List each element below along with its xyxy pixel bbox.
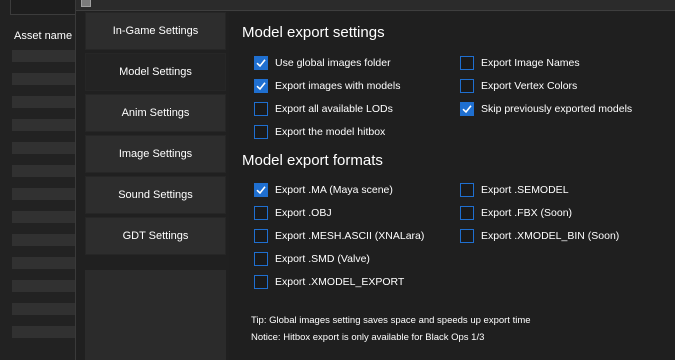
sidebar-item-anim-settings[interactable]: Anim Settings bbox=[85, 94, 226, 132]
checkbox-box[interactable] bbox=[254, 79, 268, 93]
asset-list-row[interactable] bbox=[12, 96, 76, 108]
asset-list-row[interactable] bbox=[12, 142, 76, 154]
checkbox-box[interactable] bbox=[254, 102, 268, 116]
sidebar-item-gdt-settings[interactable]: GDT Settings bbox=[85, 217, 226, 255]
checkbox-label: Export Vertex Colors bbox=[481, 80, 578, 92]
asset-list-row[interactable] bbox=[12, 326, 76, 338]
checkbox-box[interactable] bbox=[460, 79, 474, 93]
checkbox-label: Export .OBJ bbox=[275, 207, 332, 219]
model-settings-panel: Model export settings Use global images … bbox=[229, 12, 675, 360]
checkbox-label: Export .XMODEL_BIN (Soon) bbox=[481, 230, 620, 242]
skip-previously-exported-checkbox[interactable]: Skip previously exported models bbox=[460, 100, 632, 118]
asset-list-row[interactable] bbox=[12, 188, 76, 200]
asset-list-row[interactable] bbox=[12, 303, 76, 315]
checkbox-box[interactable] bbox=[460, 206, 474, 220]
export-semodel-checkbox[interactable]: Export .SEMODEL bbox=[460, 181, 569, 199]
checkbox-label: Export .FBX (Soon) bbox=[481, 207, 573, 219]
asset-list-row[interactable] bbox=[12, 234, 76, 246]
checkbox-box[interactable] bbox=[460, 229, 474, 243]
export-ma-checkbox[interactable]: Export .MA (Maya scene) bbox=[254, 181, 393, 199]
checkbox-label: Export Image Names bbox=[481, 57, 580, 69]
asset-list-row[interactable] bbox=[12, 50, 76, 62]
checkbox-label: Export .SEMODEL bbox=[481, 184, 569, 196]
settings-dialog: In-Game Settings Model Settings Anim Set… bbox=[75, 0, 675, 360]
export-model-hitbox-checkbox[interactable]: Export the model hitbox bbox=[254, 123, 385, 141]
checkbox-label: Export the model hitbox bbox=[275, 126, 386, 138]
export-image-names-checkbox[interactable]: Export Image Names bbox=[460, 54, 580, 72]
notice-text: Notice: Hitbox export is only available … bbox=[251, 332, 485, 343]
checkbox-label: Skip previously exported models bbox=[481, 103, 633, 115]
checkbox-label: Export all available LODs bbox=[275, 103, 393, 115]
export-smd-checkbox[interactable]: Export .SMD (Valve) bbox=[254, 250, 370, 268]
sidebar-item-sound-settings[interactable]: Sound Settings bbox=[85, 176, 226, 214]
tip-text: Tip: Global images setting saves space a… bbox=[251, 315, 531, 326]
checkmark-icon bbox=[256, 59, 266, 68]
checkmark-icon bbox=[256, 186, 266, 195]
sidebar-item-image-settings[interactable]: Image Settings bbox=[85, 135, 226, 173]
sidebar-item-in-game-settings[interactable]: In-Game Settings bbox=[85, 12, 226, 50]
checkbox-box[interactable] bbox=[254, 56, 268, 70]
dialog-titlebar[interactable] bbox=[76, 0, 675, 11]
asset-list-row[interactable] bbox=[12, 73, 76, 85]
export-obj-checkbox[interactable]: Export .OBJ bbox=[254, 204, 332, 222]
checkbox-label: Export .XMODEL_EXPORT bbox=[275, 276, 405, 288]
checkbox-box[interactable] bbox=[254, 183, 268, 197]
asset-list-row[interactable] bbox=[12, 165, 76, 177]
background-toolbar-box bbox=[10, 0, 76, 15]
asset-list bbox=[12, 50, 76, 360]
checkbox-label: Export .SMD (Valve) bbox=[275, 253, 370, 265]
checkbox-box[interactable] bbox=[460, 56, 474, 70]
settings-sidebar: In-Game Settings Model Settings Anim Set… bbox=[85, 12, 226, 360]
checkbox-label: Use global images folder bbox=[275, 57, 391, 69]
checkbox-box[interactable] bbox=[254, 229, 268, 243]
checkmark-icon bbox=[256, 82, 266, 91]
checkbox-box[interactable] bbox=[460, 102, 474, 116]
checkbox-label: Export .MA (Maya scene) bbox=[275, 184, 393, 196]
export-fbx-checkbox[interactable]: Export .FBX (Soon) bbox=[460, 204, 572, 222]
sidebar-empty-area bbox=[85, 270, 226, 360]
asset-list-row[interactable] bbox=[12, 257, 76, 269]
export-xmodel-export-checkbox[interactable]: Export .XMODEL_EXPORT bbox=[254, 273, 404, 291]
export-images-with-models-checkbox[interactable]: Export images with models bbox=[254, 77, 400, 95]
checkbox-label: Export .MESH.ASCII (XNALara) bbox=[275, 230, 425, 242]
export-mesh-ascii-checkbox[interactable]: Export .MESH.ASCII (XNALara) bbox=[254, 227, 424, 245]
export-formats-heading: Model export formats bbox=[242, 152, 383, 169]
asset-list-row[interactable] bbox=[12, 280, 76, 292]
checkbox-box[interactable] bbox=[254, 275, 268, 289]
export-vertex-colors-checkbox[interactable]: Export Vertex Colors bbox=[460, 77, 577, 95]
export-all-lods-checkbox[interactable]: Export all available LODs bbox=[254, 100, 393, 118]
checkbox-box[interactable] bbox=[254, 206, 268, 220]
checkmark-icon bbox=[462, 105, 472, 114]
checkbox-label: Export images with models bbox=[275, 80, 401, 92]
checkbox-box[interactable] bbox=[254, 125, 268, 139]
asset-list-row[interactable] bbox=[12, 211, 76, 223]
checkbox-box[interactable] bbox=[460, 183, 474, 197]
asset-name-column-header[interactable]: Asset name bbox=[0, 24, 76, 48]
app-icon bbox=[81, 0, 91, 7]
sidebar-item-model-settings[interactable]: Model Settings bbox=[85, 53, 226, 91]
use-global-images-folder-checkbox[interactable]: Use global images folder bbox=[254, 54, 391, 72]
asset-list-row[interactable] bbox=[12, 119, 76, 131]
export-settings-heading: Model export settings bbox=[242, 24, 385, 41]
export-xmodel-bin-checkbox[interactable]: Export .XMODEL_BIN (Soon) bbox=[460, 227, 619, 245]
checkbox-box[interactable] bbox=[254, 252, 268, 266]
